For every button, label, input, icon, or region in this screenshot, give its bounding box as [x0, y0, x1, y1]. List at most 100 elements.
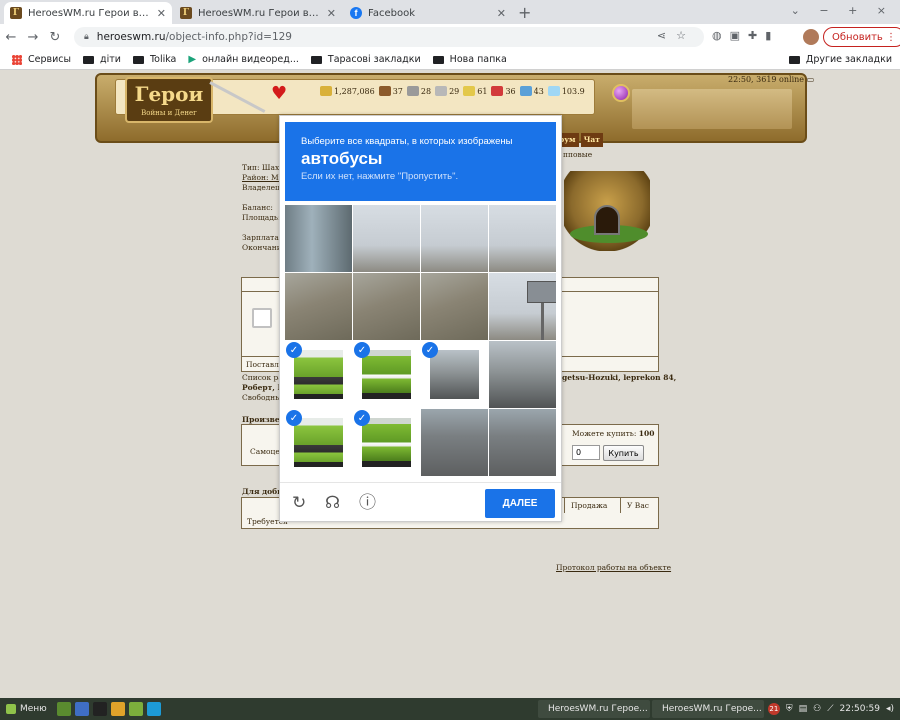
bookmark-services[interactable]: Сервисы: [12, 54, 71, 65]
extensions-area[interactable]: ◍▣✚▮: [712, 29, 779, 42]
protocol-link[interactable]: Протокол работы на объекте: [556, 563, 671, 572]
show-desktop-icon[interactable]: [56, 702, 71, 716]
update-button[interactable]: Обновить ⋮: [823, 27, 900, 47]
close-tab-icon[interactable]: ✕: [497, 7, 506, 20]
nav-chat[interactable]: Чат: [580, 133, 603, 147]
lock-icon[interactable]: 🔒︎: [84, 32, 89, 42]
captcha-tile-13[interactable]: ✓: [285, 409, 352, 476]
other-bookmarks[interactable]: Другие закладки: [788, 54, 892, 65]
workers-names[interactable]: getsu-Hozuki, leprekon 84,: [562, 373, 676, 382]
captcha-tile-3[interactable]: [421, 205, 488, 272]
ore-icon: [406, 86, 419, 96]
clock[interactable]: 22:50:59: [840, 704, 880, 714]
forward-arrow-icon[interactable]: →: [22, 30, 44, 45]
captcha-tile-11[interactable]: ✓: [421, 341, 488, 408]
new-tab-icon[interactable]: +: [518, 3, 531, 22]
keyboard-layout-icon[interactable]: ▤: [799, 704, 808, 714]
captcha-tile-6[interactable]: [353, 273, 420, 340]
files-icon[interactable]: [128, 702, 143, 716]
audio-challenge-icon[interactable]: ☊: [325, 494, 340, 512]
captcha-tile-15[interactable]: [421, 409, 488, 476]
tab-heroeswm-1[interactable]: Г HeroesWM.ru Герои войны и ✕: [4, 2, 172, 24]
resource-value: 36: [505, 86, 516, 96]
mana-orb-icon[interactable]: [612, 84, 630, 102]
captcha-tile-5[interactable]: [285, 273, 352, 340]
extension-icon[interactable]: ◍: [712, 29, 730, 42]
captcha-tile-2[interactable]: [353, 205, 420, 272]
address-bar[interactable]: 🔒︎ heroeswm.ru/object-info.php?id=129 ⋖☆: [74, 27, 704, 47]
tab-facebook[interactable]: f Facebook ✕: [344, 2, 512, 24]
bookmark-label: Сервисы: [28, 54, 72, 65]
reload-challenge-icon[interactable]: ↻: [292, 494, 306, 512]
share-icon[interactable]: ⋖: [657, 29, 676, 42]
can-buy-label: Можете купить:: [572, 429, 637, 438]
tab-heroeswm-2[interactable]: Г HeroesWM.ru Герои войны и ✕: [174, 2, 342, 24]
close-tab-icon[interactable]: ✕: [157, 7, 166, 20]
buy-quantity-input[interactable]: 0: [572, 445, 600, 460]
bookmark-folder-new[interactable]: Нова папка: [432, 54, 507, 65]
extension-badge-icon[interactable]: ▣: [730, 29, 748, 42]
chrome-icon[interactable]: [110, 702, 125, 716]
self-cost-label: Самоце: [250, 447, 280, 456]
workers-label: Список ра: [242, 373, 283, 382]
bookmark-star-icon[interactable]: ☆: [676, 29, 696, 42]
user-icon[interactable]: ⚇: [813, 704, 821, 714]
skype-icon[interactable]: [146, 702, 161, 716]
tile-image: [421, 205, 488, 272]
captcha-tile-8[interactable]: [489, 273, 556, 340]
start-menu-button[interactable]: Меню: [0, 704, 53, 714]
bookmark-folder-taras[interactable]: Тарасові закладки: [310, 54, 421, 65]
firefox-icon[interactable]: [74, 702, 89, 716]
wood-icon: [378, 86, 391, 96]
info-district-text[interactable]: Район: Mi: [242, 173, 281, 182]
bookmark-video-editor[interactable]: ▶ онлайн видеоред...: [188, 54, 299, 65]
tile-image: [294, 418, 343, 467]
captcha-instruction: Выберите все квадраты, в которых изображ…: [301, 136, 513, 147]
captcha-tile-10[interactable]: ✓: [353, 341, 420, 408]
heroeswm-favicon-icon: Г: [10, 7, 22, 19]
castle-banner-image: [632, 89, 792, 129]
window-controls[interactable]: ⌄ − + ×: [791, 4, 894, 17]
captcha-tile-14[interactable]: ✓: [353, 409, 420, 476]
resource-item: 61: [463, 86, 487, 96]
apps-grid-icon: [12, 54, 22, 65]
captcha-tile-9[interactable]: ✓: [285, 341, 352, 408]
tile-image: [430, 350, 479, 399]
tile-image: [362, 418, 411, 467]
recaptcha-checkbox[interactable]: [252, 308, 272, 328]
puzzle-icon[interactable]: ✚: [748, 29, 765, 42]
close-tab-icon[interactable]: ✕: [327, 7, 336, 20]
object-type-tail: пповые: [563, 150, 593, 159]
captcha-tile-7[interactable]: [421, 273, 488, 340]
captcha-tile-1[interactable]: [285, 205, 352, 272]
taskbar-window-1[interactable]: HeroesWM.ru Герое...: [538, 700, 650, 718]
heart-icon[interactable]: ♥: [271, 83, 287, 104]
omnibox-actions[interactable]: ⋖☆: [657, 29, 696, 42]
captcha-tile-16[interactable]: [489, 409, 556, 476]
info-icon[interactable]: ⓘ: [359, 494, 376, 512]
back-arrow-icon[interactable]: ←: [0, 30, 22, 45]
network-icon[interactable]: ⟋: [827, 704, 833, 714]
buy-button[interactable]: Купить: [603, 445, 644, 461]
next-button[interactable]: ДАЛЕЕ: [485, 489, 555, 518]
notification-badge[interactable]: 21: [767, 703, 780, 715]
sulfur-icon: [463, 86, 476, 96]
bookmark-folder-kids[interactable]: діти: [83, 54, 121, 65]
info-area: Площадь:: [242, 213, 281, 222]
shield-icon[interactable]: ⛨: [786, 704, 793, 714]
taskbar-window-2[interactable]: HeroesWM.ru Герое...: [652, 700, 764, 718]
bookmark-label: онлайн видеоред...: [202, 54, 299, 65]
volume-icon[interactable]: ◂): [886, 704, 894, 714]
free-line: Свободны: [242, 393, 282, 402]
sidepanel-icon[interactable]: ▮: [765, 29, 779, 42]
profile-avatar[interactable]: [803, 29, 819, 45]
heroes-logo[interactable]: Герои Войны и Денег: [125, 77, 213, 123]
bookmark-folder-tolika[interactable]: Tolika: [132, 54, 176, 65]
tile-image: [489, 273, 556, 340]
reload-icon[interactable]: ↻: [44, 30, 66, 45]
terminal-icon[interactable]: [92, 702, 107, 716]
captcha-tile-4[interactable]: [489, 205, 556, 272]
monitor-icon: ▭: [806, 75, 815, 84]
captcha-tile-12[interactable]: [489, 341, 556, 408]
update-label: Обновить: [832, 31, 883, 43]
